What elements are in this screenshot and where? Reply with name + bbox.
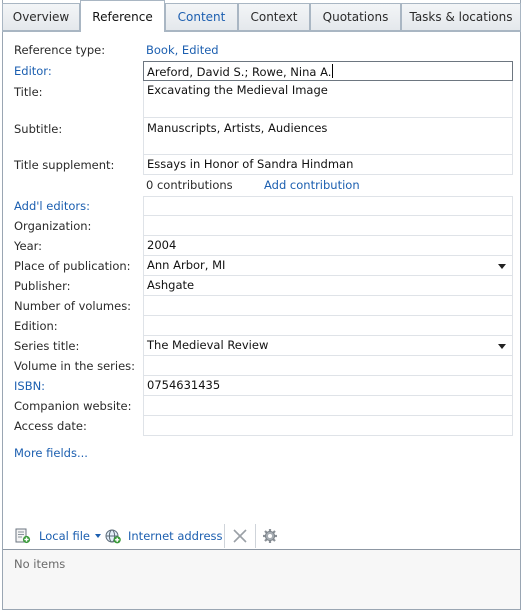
toolbar-separator xyxy=(224,524,225,548)
contributions-count: 0 contributions xyxy=(146,178,233,192)
tab-context[interactable]: Context xyxy=(238,3,310,31)
addl-editors-label-link[interactable]: Add'l editors: xyxy=(14,199,90,213)
internet-address-icon xyxy=(105,529,121,544)
isbn-field[interactable]: 0754631435 xyxy=(143,376,513,396)
isbn-label-link[interactable]: ISBN: xyxy=(14,379,45,393)
isbn-value: 0754631435 xyxy=(147,378,221,392)
subtitle-value: Manuscripts, Artists, Audiences xyxy=(147,121,328,135)
edition-field[interactable] xyxy=(143,316,513,336)
volume-in-series-field[interactable] xyxy=(143,356,513,376)
gear-icon xyxy=(263,529,277,543)
subtitle-label: Subtitle: xyxy=(14,122,63,136)
tab-tasks-locations[interactable]: Tasks & locations xyxy=(401,3,521,31)
reference-type-label: Reference type: xyxy=(14,43,106,57)
series-title-label: Series title: xyxy=(14,339,80,353)
local-file-icon xyxy=(15,528,31,544)
publisher-label: Publisher: xyxy=(14,279,71,293)
companion-website-label: Companion website: xyxy=(14,399,132,413)
tab-content[interactable]: Content xyxy=(165,3,238,31)
attachments-list[interactable]: No items xyxy=(3,550,520,609)
number-of-volumes-field[interactable] xyxy=(143,296,513,316)
reference-type-link[interactable]: Book, Edited xyxy=(146,43,219,57)
year-value: 2004 xyxy=(147,238,177,252)
tab-quotations[interactable]: Quotations xyxy=(310,3,401,31)
publisher-field[interactable]: Ashgate xyxy=(143,276,513,296)
organization-label: Organization: xyxy=(14,219,92,233)
local-file-label: Local file xyxy=(39,529,90,543)
internet-address-button[interactable]: Internet address xyxy=(104,528,223,544)
delete-button[interactable] xyxy=(233,529,247,543)
companion-website-field[interactable] xyxy=(143,396,513,416)
tab-reference[interactable]: Reference xyxy=(80,0,165,32)
settings-button[interactable] xyxy=(262,528,278,544)
no-items-text: No items xyxy=(14,557,66,571)
publisher-value: Ashgate xyxy=(147,278,195,292)
editor-label-link[interactable]: Editor: xyxy=(14,64,52,78)
year-label: Year: xyxy=(14,239,43,253)
editor-field[interactable]: Areford, David S.; Rowe, Nina A. xyxy=(143,61,513,81)
year-field[interactable]: 2004 xyxy=(143,236,513,256)
add-contribution-link[interactable]: Add contribution xyxy=(264,178,360,192)
close-x-icon xyxy=(233,529,247,543)
series-title-field[interactable]: The Medieval Review xyxy=(143,336,513,356)
text-caret xyxy=(332,64,334,78)
local-file-button[interactable]: Local file xyxy=(14,528,101,544)
title-value: Excavating the Medieval Image xyxy=(147,83,328,97)
access-date-field[interactable] xyxy=(143,416,513,436)
organization-field[interactable] xyxy=(143,216,513,236)
series-title-value: The Medieval Review xyxy=(147,338,269,352)
series-title-dropdown-arrow-icon[interactable] xyxy=(498,344,506,349)
place-field[interactable]: Ann Arbor, MI xyxy=(143,256,513,276)
access-date-label: Access date: xyxy=(14,419,87,433)
subtitle-field[interactable]: Manuscripts, Artists, Audiences xyxy=(143,118,513,155)
title-supplement-field[interactable]: Essays in Honor of Sandra Hindman xyxy=(143,155,513,175)
title-supplement-label: Title supplement: xyxy=(14,158,115,172)
internet-address-label: Internet address xyxy=(128,529,223,543)
more-fields-link[interactable]: More fields... xyxy=(14,446,88,460)
tab-bar: Overview Reference Content Context Quota… xyxy=(0,0,524,32)
edition-label: Edition: xyxy=(14,319,58,333)
place-value: Ann Arbor, MI xyxy=(147,258,226,272)
volume-in-series-label: Volume in the series: xyxy=(14,359,136,373)
toolbar-separator xyxy=(255,524,256,548)
title-field[interactable]: Excavating the Medieval Image xyxy=(143,81,513,118)
place-label: Place of publication: xyxy=(14,259,131,273)
title-label: Title: xyxy=(14,85,43,99)
addl-editors-field[interactable] xyxy=(143,196,513,216)
place-dropdown-arrow-icon[interactable] xyxy=(498,264,506,269)
local-file-dropdown-icon[interactable] xyxy=(94,534,101,538)
number-of-volumes-label: Number of volumes: xyxy=(14,299,132,313)
editor-value: Areford, David S.; Rowe, Nina A. xyxy=(147,65,332,79)
title-supplement-value: Essays in Honor of Sandra Hindman xyxy=(147,157,354,171)
tab-overview[interactable]: Overview xyxy=(2,3,80,31)
attachments-toolbar: Local file Internet address xyxy=(3,522,520,549)
